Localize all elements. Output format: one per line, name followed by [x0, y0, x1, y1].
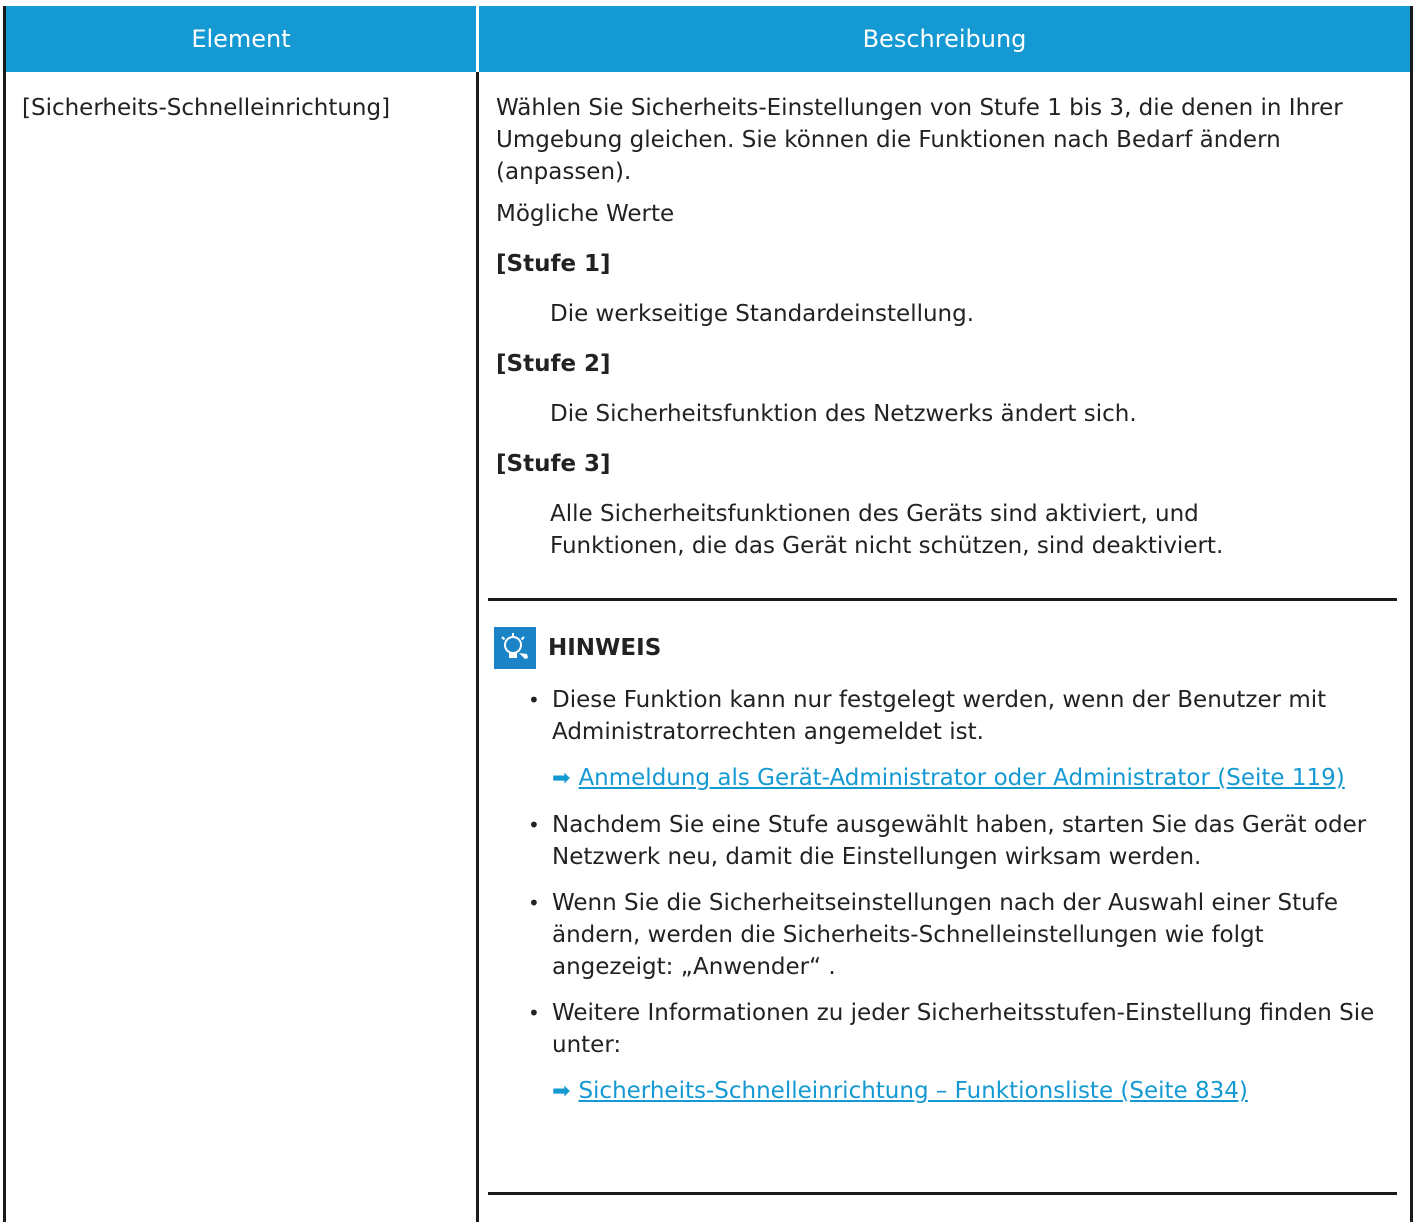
element-name: [Sicherheits-Schnelleinrichtung] — [22, 95, 391, 121]
lightbulb-icon — [494, 627, 536, 669]
description-body: Wählen Sie Sicherheits-Einstellungen von… — [496, 92, 1376, 562]
list-item: • Weitere Informationen zu jeder Sicherh… — [528, 1000, 1375, 1058]
link-admin-login-text[interactable]: Anmeldung als Gerät-Administrator oder A… — [578, 765, 1344, 791]
note-bullet-3: Wenn Sie die Sicherheitseinstellungen na… — [552, 890, 1338, 980]
level-3-term: [Stufe 3] — [496, 451, 611, 477]
note-top-rule — [488, 598, 1397, 601]
table-header: Element Beschreibung — [6, 6, 1410, 72]
level-2-term: [Stufe 2] — [496, 351, 611, 377]
link-admin-login[interactable]: ➡ Anmeldung als Gerät-Administrator oder … — [528, 762, 1378, 795]
note-bottom-rule — [488, 1192, 1397, 1195]
list-item: • Wenn Sie die Sicherheitseinstellungen … — [528, 890, 1338, 980]
header-element: Element — [191, 25, 291, 53]
settings-table: Element Beschreibung [Sicherheits-Schnel… — [3, 6, 1413, 1222]
values-label: Mögliche Werte — [496, 201, 675, 227]
level-1-desc: Die werkseitige Standardeinstellung. — [550, 301, 975, 327]
note-list: • Diese Funktion kann nur festgelegt wer… — [528, 684, 1378, 1122]
list-item: • Diese Funktion kann nur festgelegt wer… — [528, 687, 1327, 745]
header-description: Beschreibung — [862, 25, 1027, 53]
arrow-right-icon: ➡ — [552, 1079, 571, 1104]
arrow-right-icon: ➡ — [552, 766, 571, 791]
note-bullet-1: Diese Funktion kann nur festgelegt werde… — [552, 687, 1327, 745]
intro-text: Wählen Sie Sicherheits-Einstellungen von… — [496, 95, 1343, 185]
level-3-desc: Alle Sicherheitsfunktionen des Geräts si… — [550, 501, 1224, 559]
level-1-term: [Stufe 1] — [496, 251, 611, 277]
note-header: HINWEIS — [494, 626, 661, 670]
note-bullet-4: Weitere Informationen zu jeder Sicherhei… — [552, 1000, 1375, 1058]
level-2-desc: Die Sicherheitsfunktion des Netzwerks än… — [550, 401, 1137, 427]
note-bullet-2: Nachdem Sie eine Stufe ausgewählt haben,… — [552, 812, 1367, 870]
note-title: HINWEIS — [548, 635, 662, 661]
link-function-list-text[interactable]: Sicherheits-Schnelleinrichtung – Funktio… — [578, 1078, 1247, 1104]
column-divider — [476, 72, 479, 1222]
link-function-list[interactable]: ➡ Sicherheits-Schnelleinrichtung – Funkti… — [528, 1075, 1378, 1108]
list-item: • Nachdem Sie eine Stufe ausgewählt habe… — [528, 812, 1367, 870]
